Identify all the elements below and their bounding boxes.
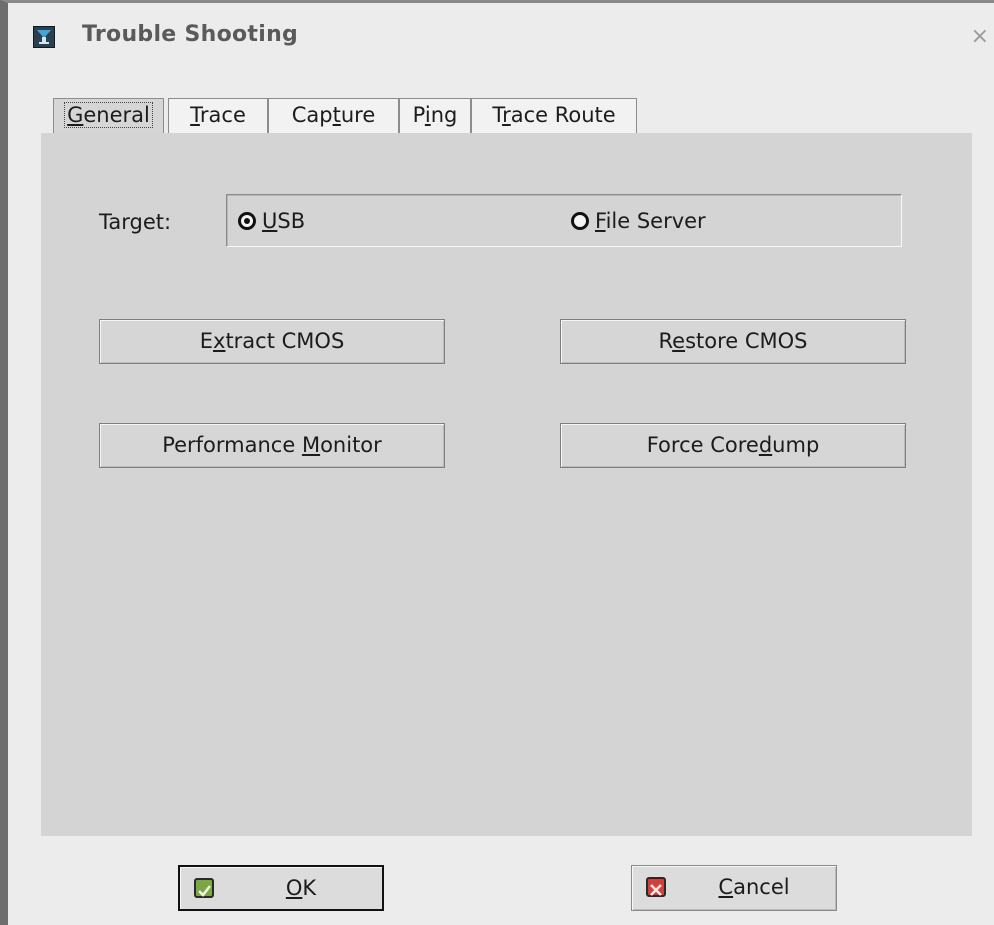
tab-trace[interactable]: Trace — [168, 98, 268, 134]
radio-file-server[interactable]: File Server — [571, 209, 706, 233]
cancel-button[interactable]: Cancel — [631, 865, 837, 911]
button-label: Cancel — [718, 875, 790, 899]
tab-label: Trace — [190, 103, 246, 127]
tab-label: Trace Route — [492, 103, 616, 127]
target-radio-group — [226, 194, 902, 247]
performance-monitor-button[interactable]: Performance Monitor — [99, 423, 445, 468]
target-label: Target: — [99, 210, 172, 234]
extract-cmos-button[interactable]: Extract CMOS — [99, 319, 445, 364]
button-label: Force Coredump — [646, 433, 820, 457]
tab-general[interactable]: General — [53, 98, 164, 135]
force-coredump-button[interactable]: Force Coredump — [560, 423, 906, 468]
button-label: Restore CMOS — [658, 329, 808, 353]
close-icon[interactable]: × — [971, 24, 989, 49]
trouble-shooting-dialog: Trouble Shooting × General Trace Capture… — [0, 0, 994, 925]
restore-cmos-button[interactable]: Restore CMOS — [560, 319, 906, 364]
radio-label: File Server — [595, 209, 706, 233]
button-label: Extract CMOS — [199, 329, 345, 353]
tab-capture[interactable]: Capture — [268, 98, 399, 134]
tab-label: Ping — [412, 103, 458, 127]
radio-usb[interactable]: USB — [238, 209, 305, 233]
window-title: Trouble Shooting — [82, 22, 299, 47]
button-label: OK — [285, 876, 317, 900]
tab-label: Capture — [291, 103, 376, 127]
tab-trace-route[interactable]: Trace Route — [471, 98, 637, 134]
radio-label: USB — [262, 209, 306, 233]
radio-checked-icon — [238, 212, 256, 230]
button-label: Performance Monitor — [162, 433, 382, 457]
troubleshoot-app-icon — [33, 26, 55, 48]
title-bar[interactable]: Trouble Shooting × — [8, 3, 994, 75]
ok-button[interactable]: OK — [178, 865, 384, 911]
radio-unchecked-icon — [571, 212, 589, 230]
tab-label: General — [64, 102, 153, 128]
tab-ping[interactable]: Ping — [399, 98, 471, 134]
